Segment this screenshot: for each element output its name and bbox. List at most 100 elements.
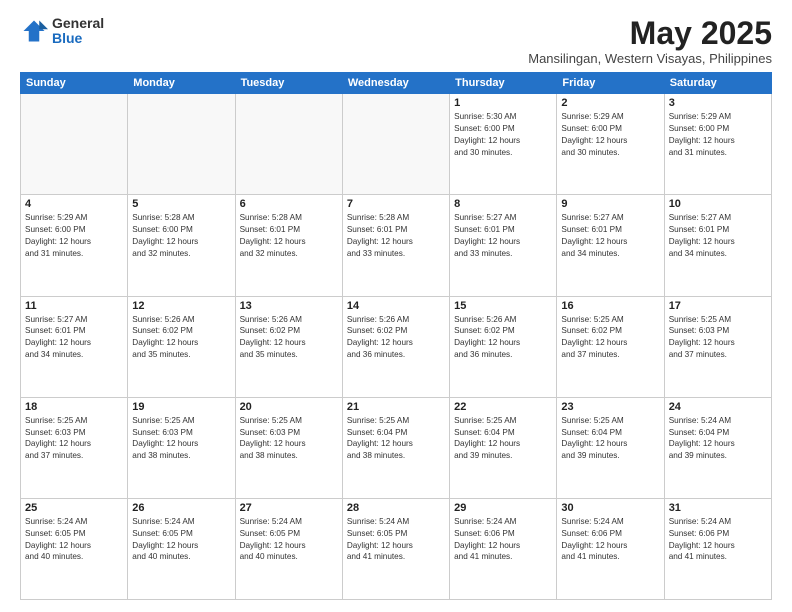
day-number: 22 [454,401,552,413]
table-row [342,94,449,195]
table-row: 21Sunrise: 5:25 AM Sunset: 6:04 PM Dayli… [342,397,449,498]
day-number: 11 [25,300,123,312]
day-info: Sunrise: 5:26 AM Sunset: 6:02 PM Dayligh… [454,314,552,362]
table-row: 16 Sunrise: 5:25 AM Sunset: 6:02 PM Dayli… [557,296,664,397]
logo-text: General Blue [52,16,104,47]
day-number: 19 [132,401,230,413]
day-number: 27 [240,502,338,514]
table-row: 23Sunrise: 5:25 AM Sunset: 6:04 PM Dayli… [557,397,664,498]
day-number: 31 [669,502,767,514]
day-info: Sunrise: 5:24 AM Sunset: 6:05 PM Dayligh… [240,516,338,564]
table-row: 7 Sunrise: 5:28 AM Sunset: 6:01 PM Daylig… [342,195,449,296]
day-info: Sunrise: 5:28 AM Sunset: 6:01 PM Dayligh… [240,212,338,260]
calendar-week-row: 18 Sunrise: 5:25 AM Sunset: 6:03 PM Dayli… [21,397,772,498]
day-number: 28 [347,502,445,514]
day-number: 6 [240,198,338,210]
day-number: 5 [132,198,230,210]
col-wednesday: Wednesday [342,73,449,94]
calendar-week-row: 4Sunrise: 5:29 AM Sunset: 6:00 PM Daylig… [21,195,772,296]
day-number: 29 [454,502,552,514]
col-tuesday: Tuesday [235,73,342,94]
day-number: 16 [561,300,659,312]
table-row: 24Sunrise: 5:24 AM Sunset: 6:04 PM Dayli… [664,397,771,498]
table-row [128,94,235,195]
table-row: 26 Sunrise: 5:24 AM Sunset: 6:05 PM Dayli… [128,498,235,599]
day-number: 1 [454,97,552,109]
day-info: Sunrise: 5:24 AM Sunset: 6:06 PM Dayligh… [669,516,767,564]
day-info: Sunrise: 5:25 AM Sunset: 6:03 PM Dayligh… [240,415,338,463]
table-row: 2Sunrise: 5:29 AM Sunset: 6:00 PM Daylig… [557,94,664,195]
table-row: 27 Sunrise: 5:24 AM Sunset: 6:05 PM Dayli… [235,498,342,599]
day-number: 14 [347,300,445,312]
day-info: Sunrise: 5:25 AM Sunset: 6:02 PM Dayligh… [561,314,659,362]
table-row: 19 Sunrise: 5:25 AM Sunset: 6:03 PM Dayli… [128,397,235,498]
day-info: Sunrise: 5:26 AM Sunset: 6:02 PM Dayligh… [347,314,445,362]
day-info: Sunrise: 5:27 AM Sunset: 6:01 PM Dayligh… [454,212,552,260]
day-info: Sunrise: 5:30 AM Sunset: 6:00 PM Dayligh… [454,111,552,159]
day-number: 30 [561,502,659,514]
logo: General Blue [20,16,104,47]
day-number: 13 [240,300,338,312]
table-row: 28 Sunrise: 5:24 AM Sunset: 6:05 PM Dayli… [342,498,449,599]
day-info: Sunrise: 5:29 AM Sunset: 6:00 PM Dayligh… [669,111,767,159]
day-info: Sunrise: 5:27 AM Sunset: 6:01 PM Dayligh… [669,212,767,260]
day-info: Sunrise: 5:25 AM Sunset: 6:03 PM Dayligh… [669,314,767,362]
month-title: May 2025 [528,16,772,51]
day-number: 9 [561,198,659,210]
day-info: Sunrise: 5:24 AM Sunset: 6:05 PM Dayligh… [347,516,445,564]
calendar-header-row: Sunday Monday Tuesday Wednesday Thursday… [21,73,772,94]
table-row: 31 Sunrise: 5:24 AM Sunset: 6:06 PM Dayli… [664,498,771,599]
day-number: 18 [25,401,123,413]
day-info: Sunrise: 5:29 AM Sunset: 6:00 PM Dayligh… [561,111,659,159]
table-row: 9Sunrise: 5:27 AM Sunset: 6:01 PM Daylig… [557,195,664,296]
calendar-week-row: 11Sunrise: 5:27 AM Sunset: 6:01 PM Dayli… [21,296,772,397]
col-saturday: Saturday [664,73,771,94]
day-info: Sunrise: 5:28 AM Sunset: 6:00 PM Dayligh… [132,212,230,260]
logo-general-text: General [52,16,104,31]
col-monday: Monday [128,73,235,94]
table-row: 22 Sunrise: 5:25 AM Sunset: 6:04 PM Dayli… [450,397,557,498]
table-row: 17Sunrise: 5:25 AM Sunset: 6:03 PM Dayli… [664,296,771,397]
table-row: 13 Sunrise: 5:26 AM Sunset: 6:02 PM Dayli… [235,296,342,397]
location-title: Mansilingan, Western Visayas, Philippine… [528,51,772,66]
day-info: Sunrise: 5:26 AM Sunset: 6:02 PM Dayligh… [132,314,230,362]
day-info: Sunrise: 5:25 AM Sunset: 6:04 PM Dayligh… [454,415,552,463]
table-row: 10 Sunrise: 5:27 AM Sunset: 6:01 PM Dayli… [664,195,771,296]
table-row: 20 Sunrise: 5:25 AM Sunset: 6:03 PM Dayli… [235,397,342,498]
day-number: 4 [25,198,123,210]
header: General Blue May 2025 Mansilingan, Weste… [20,16,772,66]
day-number: 26 [132,502,230,514]
day-info: Sunrise: 5:24 AM Sunset: 6:05 PM Dayligh… [25,516,123,564]
table-row: 6 Sunrise: 5:28 AM Sunset: 6:01 PM Daylig… [235,195,342,296]
day-info: Sunrise: 5:28 AM Sunset: 6:01 PM Dayligh… [347,212,445,260]
table-row: 18Sunrise: 5:25 AM Sunset: 6:03 PM Dayli… [21,397,128,498]
calendar-table: Sunday Monday Tuesday Wednesday Thursday… [20,72,772,600]
day-info: Sunrise: 5:24 AM Sunset: 6:06 PM Dayligh… [454,516,552,564]
day-info: Sunrise: 5:24 AM Sunset: 6:06 PM Dayligh… [561,516,659,564]
day-number: 15 [454,300,552,312]
table-row: 3Sunrise: 5:29 AM Sunset: 6:00 PM Daylig… [664,94,771,195]
day-number: 7 [347,198,445,210]
table-row [21,94,128,195]
table-row: 11Sunrise: 5:27 AM Sunset: 6:01 PM Dayli… [21,296,128,397]
table-row: 5 Sunrise: 5:28 AM Sunset: 6:00 PM Daylig… [128,195,235,296]
day-number: 24 [669,401,767,413]
table-row: 14 Sunrise: 5:26 AM Sunset: 6:02 PM Dayli… [342,296,449,397]
table-row: 30 Sunrise: 5:24 AM Sunset: 6:06 PM Dayli… [557,498,664,599]
logo-blue-text: Blue [52,31,104,46]
day-info: Sunrise: 5:24 AM Sunset: 6:05 PM Dayligh… [132,516,230,564]
day-number: 10 [669,198,767,210]
page: General Blue May 2025 Mansilingan, Weste… [0,0,792,612]
day-info: Sunrise: 5:26 AM Sunset: 6:02 PM Dayligh… [240,314,338,362]
day-number: 20 [240,401,338,413]
col-friday: Friday [557,73,664,94]
day-number: 8 [454,198,552,210]
logo-icon [20,17,48,45]
table-row [235,94,342,195]
day-info: Sunrise: 5:25 AM Sunset: 6:03 PM Dayligh… [132,415,230,463]
table-row: 25Sunrise: 5:24 AM Sunset: 6:05 PM Dayli… [21,498,128,599]
col-sunday: Sunday [21,73,128,94]
table-row: 1 Sunrise: 5:30 AM Sunset: 6:00 PM Daylig… [450,94,557,195]
table-row: 4Sunrise: 5:29 AM Sunset: 6:00 PM Daylig… [21,195,128,296]
col-thursday: Thursday [450,73,557,94]
